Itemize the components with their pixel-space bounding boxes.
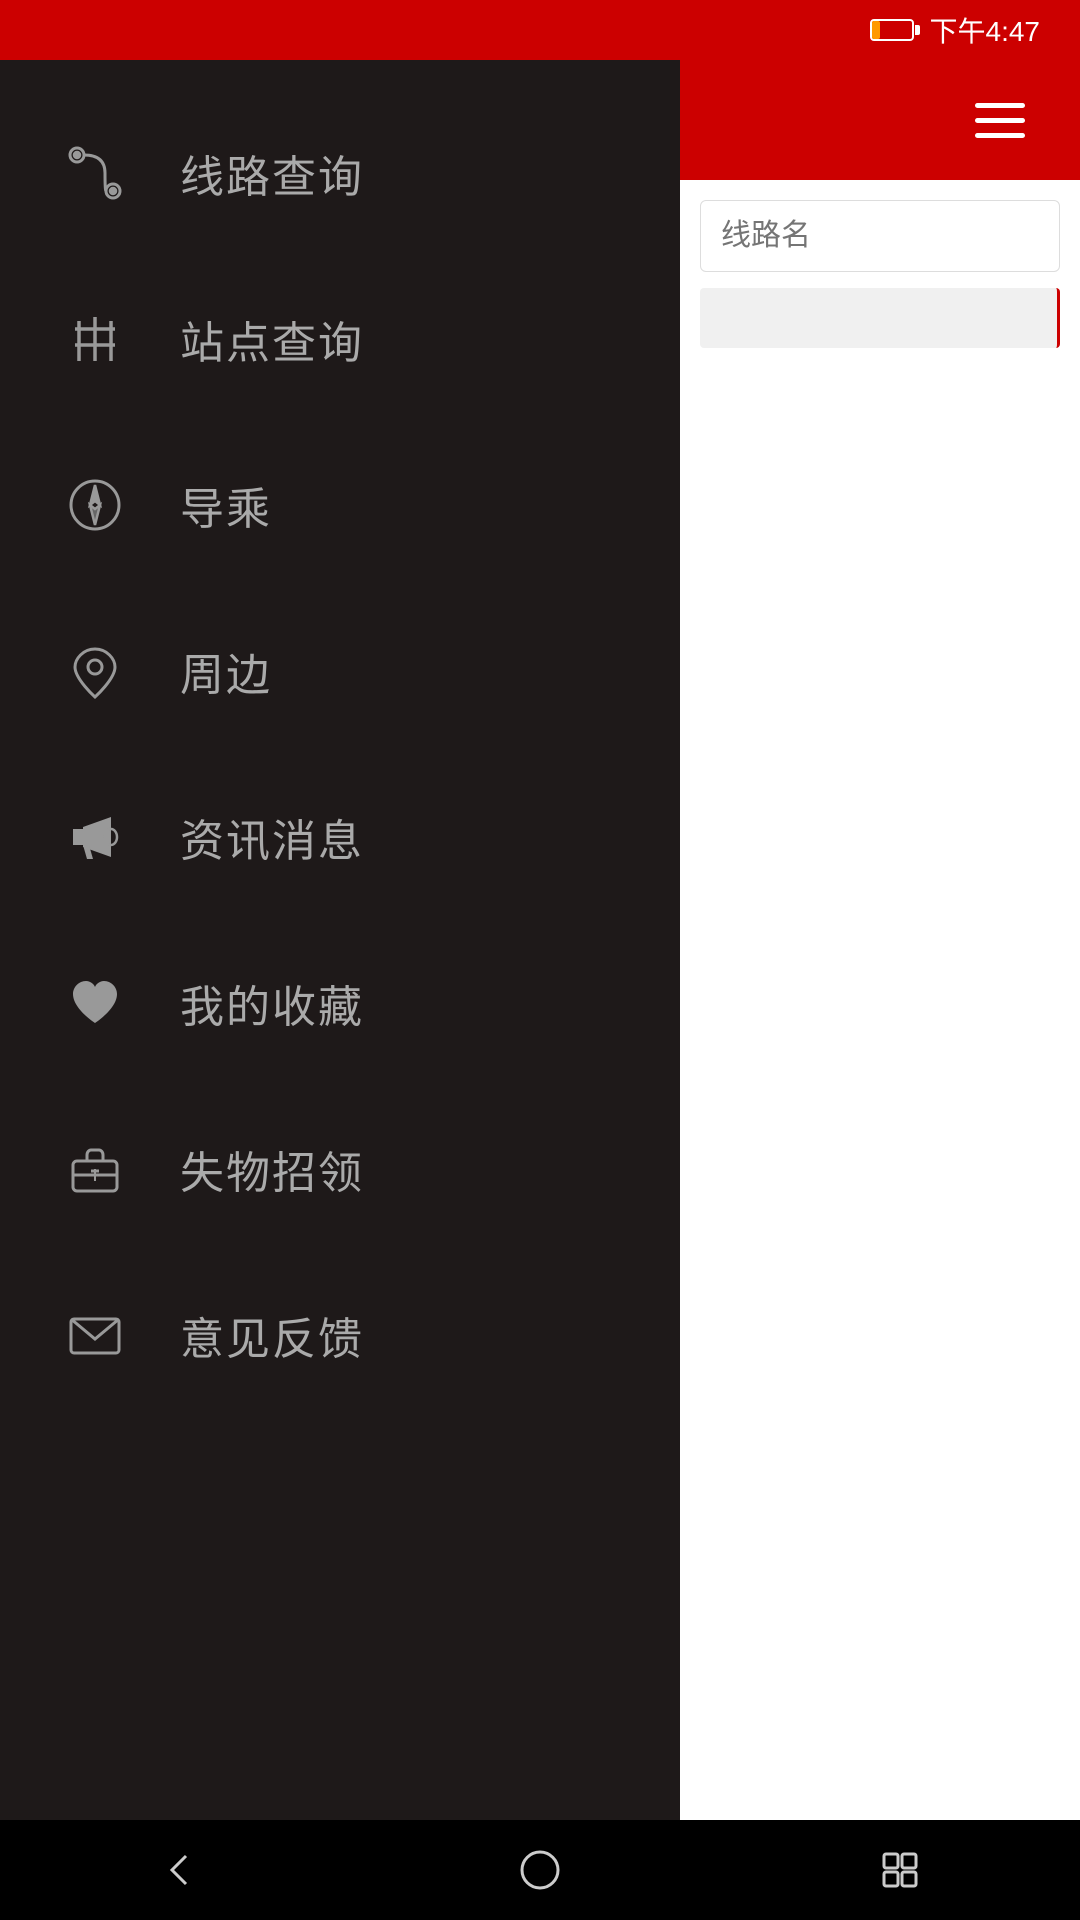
sidebar-item-label-news: 资讯消息	[180, 805, 364, 869]
sidebar-item-nearby[interactable]: 周边	[0, 588, 680, 754]
sidebar-drawer: 线路查询 站点查询	[0, 60, 680, 1920]
sidebar-item-station-query[interactable]: 站点查询	[0, 256, 680, 422]
sidebar-item-label-route-query: 线路查询	[180, 141, 364, 205]
bottom-navigation	[0, 1820, 1080, 1920]
secondary-bar	[700, 288, 1060, 348]
sidebar-item-route-query[interactable]: 线路查询	[0, 90, 680, 256]
right-header	[680, 60, 1080, 180]
recent-button[interactable]	[860, 1830, 940, 1910]
route-search-input[interactable]	[700, 200, 1060, 272]
briefcase-icon	[60, 1134, 130, 1204]
mail-icon	[60, 1300, 130, 1370]
sidebar-item-label-nearby: 周边	[180, 639, 272, 703]
sidebar-item-navigation[interactable]: 导乘	[0, 422, 680, 588]
battery-fill	[872, 21, 880, 39]
back-button[interactable]	[140, 1830, 220, 1910]
hamburger-line-3	[975, 133, 1025, 138]
sidebar-item-label-navigation: 导乘	[180, 473, 272, 537]
hamburger-line-2	[975, 118, 1025, 123]
route-icon	[60, 138, 130, 208]
battery-icon	[870, 19, 914, 41]
home-button[interactable]	[500, 1830, 580, 1910]
sidebar-item-lost-found[interactable]: 失物招领	[0, 1086, 680, 1252]
location-icon	[60, 636, 130, 706]
status-bar: 下午4:47	[0, 0, 1080, 60]
hamburger-icon	[975, 103, 1025, 138]
sidebar-item-favorites[interactable]: 我的收藏	[0, 920, 680, 1086]
sidebar-item-feedback[interactable]: 意见反馈	[0, 1252, 680, 1418]
compass-icon	[60, 470, 130, 540]
station-icon	[60, 304, 130, 374]
sidebar-item-label-favorites: 我的收藏	[180, 971, 364, 1035]
search-container	[680, 180, 1080, 272]
status-time: 下午4:47	[930, 10, 1041, 50]
hamburger-line-1	[975, 103, 1025, 108]
megaphone-icon	[60, 802, 130, 872]
hamburger-button[interactable]	[960, 80, 1040, 160]
app-container: 线路查询 站点查询	[0, 60, 1080, 1920]
sidebar-item-label-lost-found: 失物招领	[180, 1137, 364, 1201]
sidebar-item-label-feedback: 意见反馈	[180, 1303, 364, 1367]
right-panel	[680, 60, 1080, 1920]
menu-list: 线路查询 站点查询	[0, 60, 680, 1816]
sidebar-item-news[interactable]: 资讯消息	[0, 754, 680, 920]
heart-icon	[60, 968, 130, 1038]
sidebar-item-label-station-query: 站点查询	[180, 307, 364, 371]
